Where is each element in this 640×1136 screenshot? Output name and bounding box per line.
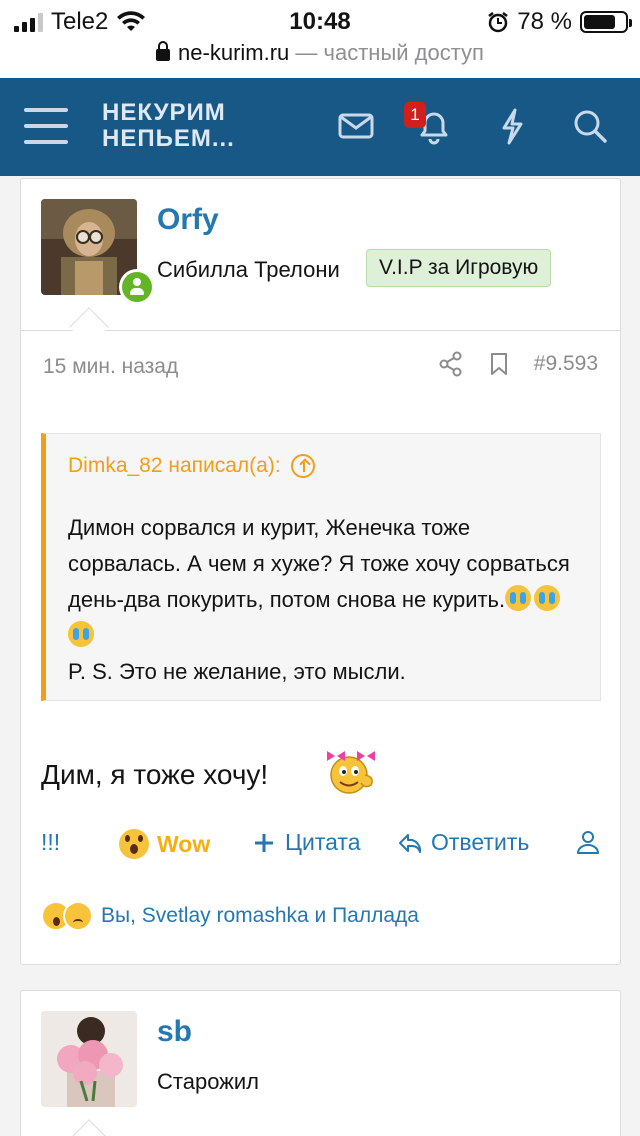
url-domain: ne-kurim.ru bbox=[178, 40, 290, 65]
wow-emoji-icon bbox=[119, 829, 149, 859]
avatar[interactable] bbox=[41, 1011, 137, 1107]
reactions-summary[interactable]: Вы, Svetlay romashka и Паллада bbox=[41, 901, 419, 931]
post-user-block: Orfy Сибилла Трелони V.I.P за Игровую bbox=[21, 179, 620, 347]
quote-button[interactable]: Цитата bbox=[251, 829, 361, 856]
menu-icon[interactable] bbox=[24, 108, 68, 144]
lock-icon bbox=[156, 41, 171, 61]
crying-emoji-icon bbox=[505, 585, 532, 611]
quote-author-text: Dimka_82 написал(а): bbox=[68, 454, 281, 477]
sad-reaction-icon bbox=[63, 901, 93, 931]
post-meta-actions: #9.593 bbox=[438, 351, 598, 377]
user-icon bbox=[577, 831, 599, 854]
status-bar: Tele2 10:48 78 % ne-kurim.ru — частный д… bbox=[0, 0, 640, 78]
go-to-quote-icon[interactable] bbox=[290, 454, 315, 478]
post-number[interactable]: #9.593 bbox=[534, 352, 598, 376]
exclaim-label: !!! bbox=[41, 829, 61, 855]
battery-icon bbox=[580, 11, 632, 33]
address-bar[interactable]: ne-kurim.ru — частный доступ bbox=[0, 40, 640, 70]
user-block-arrow bbox=[69, 1119, 109, 1136]
post-time[interactable]: 15 мин. назад bbox=[43, 355, 178, 379]
quote-block: Dimka_82 написал(а): Димон сорвался и ку… bbox=[41, 433, 601, 701]
post-card: Orfy Сибилла Трелони V.I.P за Игровую 15… bbox=[20, 178, 621, 965]
user-block-arrow bbox=[69, 307, 109, 347]
plus-icon bbox=[255, 833, 273, 852]
alarm-icon bbox=[488, 12, 509, 33]
quote-text: Димон сорвался и курит, Женечка тоже сор… bbox=[68, 510, 588, 690]
status-right: 78 % bbox=[487, 8, 632, 36]
reply-label: Ответить bbox=[431, 829, 530, 855]
search-icon[interactable] bbox=[568, 104, 612, 148]
user-banner: V.I.P за Игровую bbox=[366, 249, 552, 287]
online-status-icon bbox=[119, 269, 155, 305]
crying-emoji-icon bbox=[534, 585, 561, 611]
crying-emoji-icon bbox=[68, 621, 94, 647]
post-username[interactable]: sb bbox=[157, 1015, 192, 1049]
logo-line1: НЕКУРИМ bbox=[102, 99, 226, 126]
post-card: sb Старожил bbox=[20, 990, 621, 1136]
lightning-icon[interactable] bbox=[490, 104, 534, 148]
girl-smiley-icon bbox=[327, 751, 375, 794]
wow-label: Wow bbox=[157, 830, 211, 857]
exclaim-button[interactable]: !!! bbox=[41, 829, 60, 856]
post-username[interactable]: Orfy bbox=[157, 203, 219, 237]
reply-button[interactable]: Ответить bbox=[397, 829, 529, 856]
post-message: Дим, я тоже хочу! bbox=[41, 759, 269, 790]
user-title: Сибилла Трелони bbox=[157, 257, 340, 282]
battery-percent: 78 % bbox=[517, 8, 572, 35]
reply-icon bbox=[399, 833, 422, 853]
site-header: НЕКУРИМ НЕПЬЕМ... bbox=[0, 78, 640, 176]
share-icon[interactable] bbox=[438, 351, 464, 377]
quote-label: Цитата bbox=[285, 829, 361, 855]
reactions-users: Вы, Svetlay romashka и Паллада bbox=[101, 904, 419, 927]
wow-reaction-button[interactable]: Wow bbox=[119, 829, 210, 859]
quote-ps-text: P. S. Это не желание, это мысли. bbox=[68, 659, 406, 684]
notification-badge[interactable]: 1 bbox=[404, 102, 426, 128]
user-title: Старожил bbox=[157, 1069, 260, 1094]
site-logo[interactable]: НЕКУРИМ НЕПЬЕМ... bbox=[102, 100, 235, 152]
quote-main-text: Димон сорвался и курит, Женечка тоже сор… bbox=[68, 515, 570, 612]
url-suffix: — частный доступ bbox=[295, 40, 484, 65]
quote-author[interactable]: Dimka_82 написал(а): bbox=[68, 454, 315, 478]
user-action-button[interactable] bbox=[575, 829, 601, 855]
bookmark-icon[interactable] bbox=[486, 351, 512, 377]
mail-icon[interactable] bbox=[334, 104, 378, 148]
post-actions: !!! Wow Цитата Ответить bbox=[41, 829, 601, 865]
logo-line2: НЕПЬЕМ... bbox=[102, 125, 235, 152]
